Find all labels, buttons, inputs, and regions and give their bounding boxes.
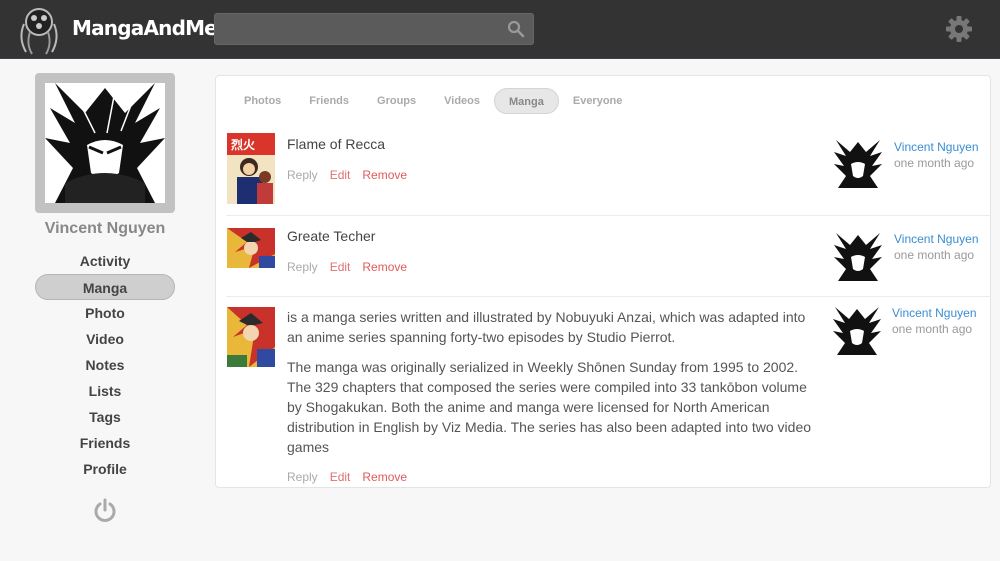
app-title: MangaAndMe [72, 16, 218, 40]
post-title[interactable]: Flame of Recca [287, 136, 385, 152]
logo-icon [20, 8, 58, 55]
author-link[interactable]: Vincent Nguyen [894, 140, 979, 154]
sidebar-item-photo[interactable]: Photo [35, 300, 175, 326]
post-timestamp: one month ago [894, 248, 975, 262]
avatar[interactable] [834, 233, 882, 281]
remove-link[interactable]: Remove [362, 260, 407, 274]
post-timestamp: one month ago [892, 322, 973, 336]
sidebar-item-profile[interactable]: Profile [35, 456, 175, 482]
edit-link[interactable]: Edit [330, 470, 351, 484]
sidebar-item-video[interactable]: Video [35, 326, 175, 352]
description-paragraph: The manga was originally serialized in W… [287, 359, 812, 455]
search-icon[interactable] [507, 20, 525, 38]
manga-cover-thumbnail[interactable]: 烈火 [227, 133, 275, 204]
reply-link[interactable]: Reply [287, 470, 318, 484]
sidebar-item-tags[interactable]: Tags [35, 404, 175, 430]
post-description: is a manga series written and illustrate… [287, 307, 812, 467]
post-actions: Reply Edit Remove [287, 168, 407, 182]
post-actions: Reply Edit Remove [287, 470, 407, 484]
sidebar-nav: Activity Manga Photo Video Notes Lists T… [35, 248, 175, 482]
remove-link[interactable]: Remove [362, 168, 407, 182]
post-timestamp: one month ago [894, 156, 975, 170]
list-item: is a manga series written and illustrate… [226, 296, 990, 488]
list-item: 烈火 Flame of Recca Reply Edit Remove Vinc… [226, 124, 990, 216]
tab-videos[interactable]: Videos [430, 88, 494, 114]
sidebar-item-manga[interactable]: Manga [35, 274, 175, 300]
sidebar-item-lists[interactable]: Lists [35, 378, 175, 404]
search-box[interactable] [214, 13, 534, 45]
profile-avatar-frame[interactable] [35, 73, 175, 213]
reply-link[interactable]: Reply [287, 168, 318, 182]
svg-text:烈火: 烈火 [231, 138, 256, 152]
top-bar: MangaAndMe [0, 0, 1000, 59]
edit-link[interactable]: Edit [330, 168, 351, 182]
post-title[interactable]: Greate Techer [287, 228, 375, 244]
author-link[interactable]: Vincent Nguyen [892, 306, 977, 320]
description-paragraph: is a manga series written and illustrate… [287, 309, 806, 345]
manga-cover-thumbnail[interactable] [227, 228, 275, 268]
tab-manga[interactable]: Manga [494, 88, 559, 114]
filter-tabs: Photos Friends Groups Videos Manga Every… [230, 88, 636, 114]
content-panel: Photos Friends Groups Videos Manga Every… [215, 75, 991, 488]
post-actions: Reply Edit Remove [287, 260, 407, 274]
author-link[interactable]: Vincent Nguyen [894, 232, 979, 246]
remove-link[interactable]: Remove [362, 470, 407, 484]
gear-icon[interactable] [945, 15, 973, 43]
avatar[interactable] [833, 307, 881, 355]
tab-everyone[interactable]: Everyone [559, 88, 637, 114]
list-item: Greate Techer Reply Edit Remove Vincent … [226, 215, 990, 297]
sidebar-item-activity[interactable]: Activity [35, 248, 175, 274]
manga-cover-thumbnail[interactable] [227, 307, 275, 367]
sidebar-item-notes[interactable]: Notes [35, 352, 175, 378]
reply-link[interactable]: Reply [287, 260, 318, 274]
sidebar-item-friends[interactable]: Friends [35, 430, 175, 456]
tab-groups[interactable]: Groups [363, 88, 430, 114]
profile-name[interactable]: Vincent Nguyen [30, 220, 180, 238]
power-icon[interactable] [92, 498, 118, 524]
avatar[interactable] [834, 140, 882, 188]
logo[interactable]: MangaAndMe [14, 4, 218, 56]
avatar [45, 83, 165, 203]
tab-photos[interactable]: Photos [230, 88, 295, 114]
search-input[interactable] [215, 14, 495, 44]
tab-friends[interactable]: Friends [295, 88, 363, 114]
edit-link[interactable]: Edit [330, 260, 351, 274]
